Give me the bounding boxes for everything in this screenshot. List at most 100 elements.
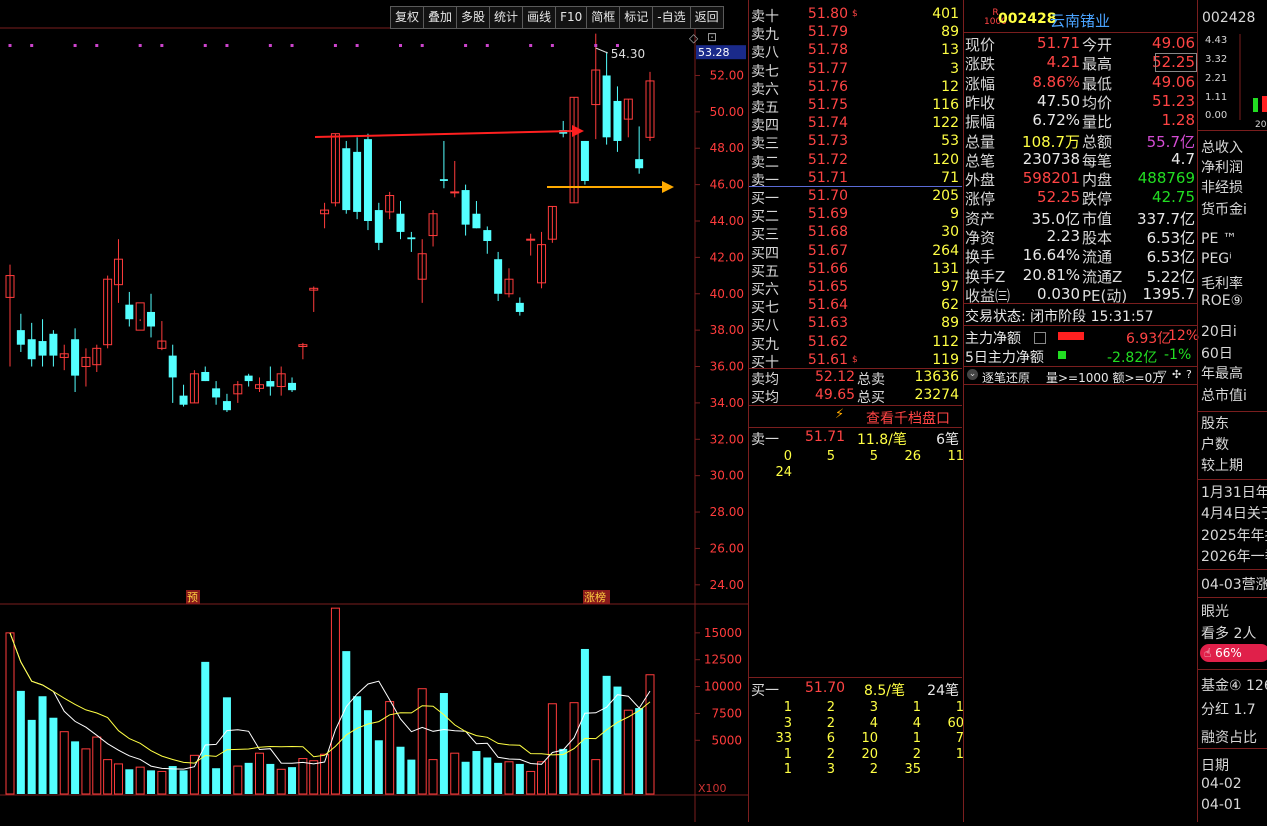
level-volume: 13 [941,42,959,59]
info-item[interactable]: 货币金i [1201,199,1247,219]
info-item[interactable]: 毛利率 [1201,273,1243,293]
kline-chart-area[interactable]: 52.00 50.00 48.00 46.00 44.00 42.00 40.00 38.00… [0,0,748,822]
bid-level-row[interactable]: 买四 51.67 264 [749,243,962,262]
candle-body-down [483,230,492,242]
quote-label: 资产 [965,209,996,228]
volume-bar-down [212,768,221,794]
info-item[interactable]: 净利润 [1201,157,1243,177]
ask-level-row[interactable]: 卖六 51.76 12 [749,79,962,98]
info-item[interactable]: PEGⁱ [1201,251,1232,267]
candle-body-down [635,159,644,169]
info-item[interactable]: 总收入 [1201,137,1243,157]
toolbar-button-simple-frame[interactable]: 简框 [586,6,621,29]
ask-level-row[interactable]: 卖九 51.79 89 [749,24,962,43]
volume-bar-down [266,763,275,794]
candle-body-down [461,190,470,225]
ask-level-row[interactable]: 卖五 51.75 116 [749,97,962,116]
depth-link[interactable]: 查看千档盘口 [866,408,950,428]
level-price: 51.63 [807,315,848,332]
volume-bar-down [179,770,188,794]
filter-icon[interactable]: ▽ [1158,368,1166,381]
info-item[interactable]: 分红 1.7 [1201,699,1256,719]
toolbar-button-back[interactable]: 返回 [689,6,724,29]
quote-value: 49.06 [1152,34,1195,52]
info-item[interactable]: 04-01 [1201,797,1242,813]
info-item[interactable]: 融资占比 [1201,727,1257,747]
bid-level-row[interactable]: 买八 51.63 89 [749,315,962,334]
info-item[interactable]: 1月31日年 [1201,482,1267,502]
info-item[interactable]: 2025年年报 [1201,525,1267,545]
bid-level-row[interactable]: 买七 51.64 62 [749,297,962,316]
quote-panel: R 1000 002428 云南锗业 现价 51.71 今开 49.06 涨跌 4.21 最… [963,0,1200,822]
info-item[interactable]: 日期 [1201,755,1229,775]
list-icon[interactable] [1034,332,1046,344]
bid-level-row[interactable]: 买一 51.70 205 [749,188,962,207]
quote-value: 1395.7 [1142,284,1196,303]
info-item[interactable]: 较上期 [1201,455,1243,475]
kline-chart[interactable]: 52.00 50.00 48.00 46.00 44.00 42.00 40.00 38.00… [0,0,748,822]
volume-bar-down [613,686,622,794]
toolbar-button-statistics[interactable]: 统计 [489,6,524,29]
info-item[interactable]: 04-03营涨停 [1201,574,1267,594]
toolbar-button-draw-line[interactable]: 画线 [522,6,557,29]
ask-level-row[interactable]: 卖三 51.73 53 [749,133,962,152]
info-item[interactable]: 户数 [1201,434,1229,454]
level-flag: $ [852,354,858,365]
info-item[interactable]: 60日 [1201,343,1233,363]
main-net-pct: 12% [1168,328,1200,344]
info-item[interactable]: 非经损 [1201,177,1243,197]
quote-value: 6.53亿 [1146,248,1195,267]
info-item[interactable]: 股东 [1201,413,1229,433]
bid-level-row[interactable]: 买五 51.66 131 [749,261,962,280]
signal-marker [95,44,99,47]
bid-level-row[interactable]: 买九 51.62 112 [749,334,962,353]
signal-marker [225,44,229,47]
ask-level-row[interactable]: 卖十 51.80 $401 [749,6,962,25]
quote-value: 108.7万 [1022,132,1080,151]
quote-row: 净资 2.23 股本 6.53亿 [964,227,1198,247]
toolbar-button-multi-stock[interactable]: 多股 [456,6,491,29]
help-icon[interactable]: ? [1186,368,1192,381]
toolbar-button-restore-rights[interactable]: 复权 [390,6,425,29]
ask-level-row[interactable]: 卖八 51.78 13 [749,42,962,61]
toolbar-button-watchlist[interactable]: -自选 [652,6,691,29]
info-item[interactable]: 看多 2人 [1201,623,1256,643]
chevron-down-icon[interactable]: ⌄ [967,369,978,380]
stock-name[interactable]: 云南锗业 [1050,10,1110,31]
queue-cell: 10 [861,731,878,747]
info-item[interactable]: ROE⑨ [1201,293,1243,309]
info-item[interactable]: 总市值i [1201,385,1247,405]
toolbar-button-f10[interactable]: F10 [555,6,588,29]
info-item[interactable]: PE ™ [1201,231,1237,247]
toolbar-button-mark[interactable]: 标记 [619,6,654,29]
toolbar-button-overlay[interactable]: 叠加 [423,6,458,29]
level-volume: 119 [932,351,959,368]
ask-level-row[interactable]: 卖二 51.72 120 [749,152,962,171]
info-item[interactable]: 04-02 [1201,776,1242,792]
ask-level-row[interactable]: 卖四 51.74 122 [749,115,962,134]
info-item[interactable]: 2026年一季 [1201,546,1267,566]
mini-tick: 1.11 [1205,92,1227,103]
signal-marker [529,44,533,47]
bid-level-row[interactable]: 买三 51.68 30 [749,224,962,243]
volume-bar-down [461,761,470,794]
info-item[interactable]: 20日i [1201,321,1237,341]
quote-row: 昨收 47.50 均价 51.23 [964,92,1198,112]
main5-net-value: -2.82亿 [1107,350,1158,366]
panel-toggle-icon[interactable]: ⊡ [707,30,717,44]
info-item[interactable]: 眼光 [1201,601,1229,621]
quote-row: 收益㈢ 0.030 PE(动) 1395.7 [964,284,1198,305]
level-volume: 89 [941,24,959,41]
settings-icon[interactable]: ✣ [1172,368,1181,381]
diamond-icon[interactable]: ◇ [689,31,698,45]
bid-level-row[interactable]: 买二 51.69 9 [749,206,962,225]
queue-cell: 2 [826,715,835,731]
bid-level-row[interactable]: 买六 51.65 97 [749,279,962,298]
candle-body-down [515,302,524,312]
high-price-label: 54.30 [611,47,645,61]
signal-marker [268,44,272,47]
info-item[interactable]: 基金④ 126 [1201,675,1267,695]
info-item[interactable]: 4月4日关于 [1201,503,1267,523]
ask-level-row[interactable]: 卖七 51.77 3 [749,61,962,80]
info-item[interactable]: 年最高 [1201,363,1243,383]
